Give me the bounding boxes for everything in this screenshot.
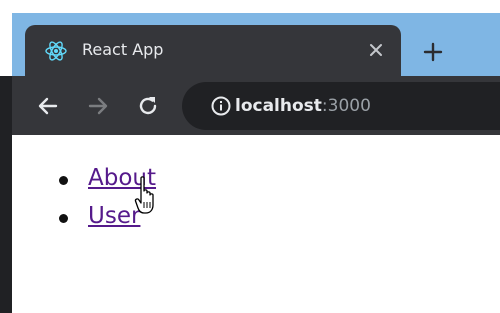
info-icon[interactable]	[210, 95, 232, 117]
url-host: localhost	[235, 96, 322, 116]
user-link[interactable]: User	[88, 201, 140, 231]
tab-strip: React App	[0, 0, 500, 76]
reload-icon[interactable]	[135, 93, 161, 119]
window-edge	[0, 76, 12, 313]
tab-react-app[interactable]: React App	[25, 25, 401, 76]
browser-toolbar: localhost:3000	[12, 76, 500, 135]
tab-title: React App	[82, 40, 164, 59]
bullet	[59, 214, 68, 223]
plus-icon[interactable]	[420, 39, 446, 65]
address-bar[interactable]: localhost:3000	[182, 82, 500, 130]
react-logo-icon	[45, 41, 67, 61]
page-content: About User	[12, 135, 500, 313]
close-icon[interactable]	[365, 39, 387, 61]
hand-pointer-icon	[134, 176, 154, 214]
arrow-right-icon[interactable]	[85, 93, 111, 119]
bullet	[59, 176, 68, 185]
arrow-left-icon[interactable]	[35, 93, 61, 119]
url-port: :3000	[321, 96, 371, 116]
url-text[interactable]: localhost:3000	[235, 95, 371, 117]
